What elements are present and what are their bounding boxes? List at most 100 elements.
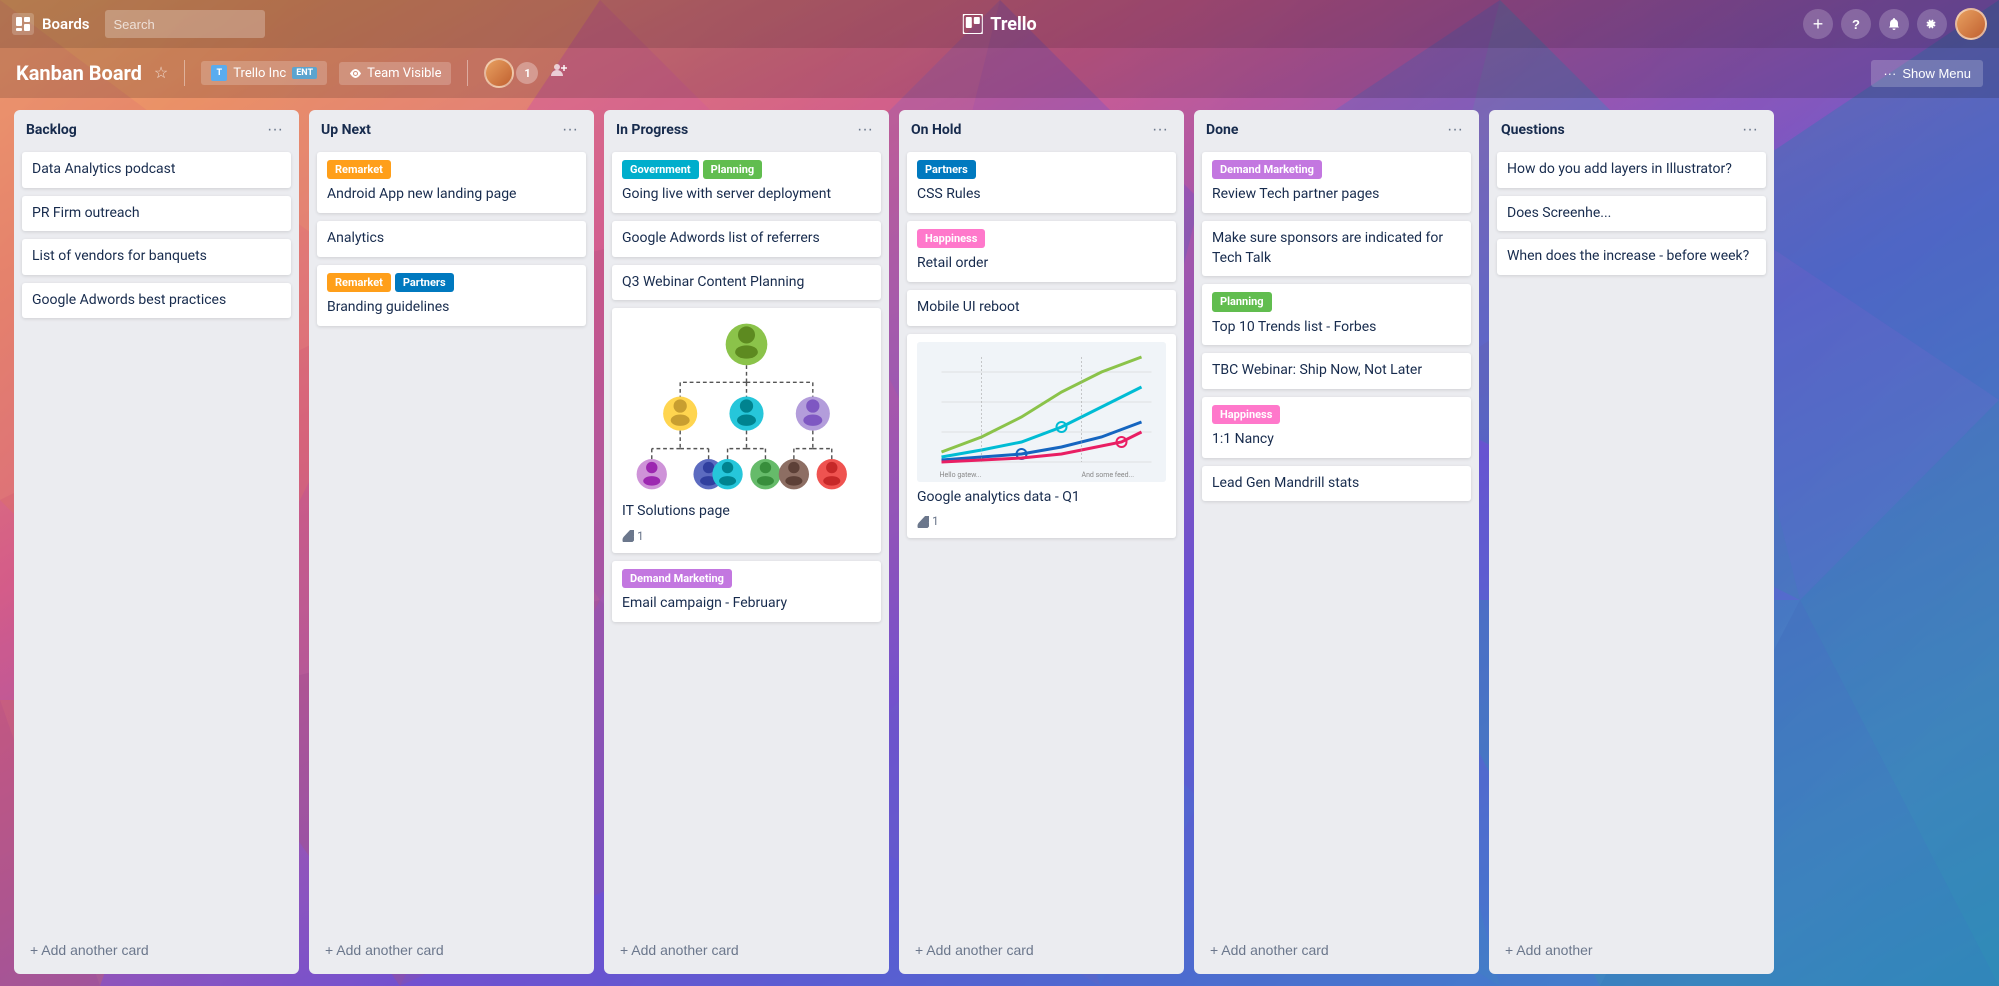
card[interactable]: Analytics [317,221,586,257]
card-text: List of vendors for banquets [32,247,281,267]
card-text: Email campaign - February [622,594,871,614]
column-menu-backlog[interactable]: ··· [263,120,287,140]
card-text: Top 10 Trends list - Forbes [1212,318,1461,338]
column-title-backlog: Backlog [26,122,77,138]
trello-logo-text: Trello [990,14,1036,35]
card[interactable]: Lead Gen Mandrill stats [1202,466,1471,502]
column-menu-in-progress[interactable]: ··· [853,120,877,140]
analytics-chart-image: Hello gatew... And some feed... [917,342,1166,482]
column-title-in-progress: In Progress [616,122,688,138]
column-on-hold: On Hold ··· Partners CSS Rules HappinessRet… [899,110,1184,974]
column-cards-done: Demand MarketingReview Tech partner page… [1194,148,1479,930]
help-button[interactable]: ? [1841,9,1871,39]
card-labels: Happiness [1212,405,1461,424]
card-text: How do you add layers in Illustrator? [1507,160,1756,180]
card[interactable]: Data Analytics podcast [22,152,291,188]
invite-button[interactable] [550,61,568,85]
card-text: Review Tech partner pages [1212,185,1461,205]
add-button[interactable]: + [1803,9,1833,39]
add-card-button-up-next[interactable]: + Add another card [313,934,590,966]
card[interactable]: Happiness1:1 Nancy [1202,397,1471,458]
card-text: PR Firm outreach [32,204,281,224]
topbar-center: Trello [962,14,1036,35]
card[interactable]: Google Adwords list of referrers [612,221,881,257]
visibility-label: Team Visible [367,66,441,81]
boards-icon [12,13,34,35]
card-text: Make sure sponsors are indicated for Tec… [1212,229,1461,268]
column-in-progress: In Progress ··· GovernmentPlanningGoing l… [604,110,889,974]
card[interactable]: Mobile UI reboot [907,290,1176,326]
card-label: Happiness [1212,405,1280,424]
card-labels: RemarketPartners [327,273,576,292]
card-labels: Remarket [327,160,576,179]
card-label: Demand Marketing [622,569,732,588]
card[interactable]: GovernmentPlanningGoing live with server… [612,152,881,213]
card[interactable]: RemarketPartners Branding guidelines [317,265,586,326]
card[interactable]: Hello gatew... And some feed... Google a… [907,334,1176,538]
card-label: Planning [1212,292,1272,311]
search-input[interactable] [105,10,265,38]
column-header-on-hold: On Hold ··· [899,110,1184,148]
card-label: Remarket [327,273,391,292]
column-cards-on-hold: Partners CSS Rules HappinessRetail order Mo… [899,148,1184,930]
card-text: CSS Rules [917,185,1166,205]
card[interactable]: Demand Marketing Email campaign - Februar… [612,561,881,622]
user-avatar[interactable] [1955,8,1987,40]
column-menu-questions[interactable]: ··· [1738,120,1762,140]
column-cards-questions: How do you add layers in Illustrator? Doe… [1489,148,1774,930]
card-text: TBC Webinar: Ship Now, Not Later [1212,361,1461,381]
card[interactable]: Does Screenhe... [1497,196,1766,232]
card[interactable]: When does the increase - before week? [1497,239,1766,275]
divider [184,60,185,86]
column-title-on-hold: On Hold [911,122,961,138]
card-labels: Partners [917,160,1166,179]
column-up-next: Up Next ···RemarketAndroid App new landi… [309,110,594,974]
card[interactable]: TBC Webinar: Ship Now, Not Later [1202,353,1471,389]
card[interactable]: How do you add layers in Illustrator? [1497,152,1766,188]
column-header-in-progress: In Progress ··· [604,110,889,148]
card-label: Partners [395,273,454,292]
column-menu-up-next[interactable]: ··· [558,120,582,140]
card-labels: Happiness [917,229,1166,248]
column-cards-up-next: Remarket Android App new landing page Anal… [309,148,594,930]
star-button[interactable]: ☆ [154,63,168,83]
column-menu-on-hold[interactable]: ··· [1148,120,1172,140]
card-text: When does the increase - before week? [1507,247,1756,267]
notifications-button[interactable] [1879,9,1909,39]
card[interactable]: Q3 Webinar Content Planning [612,265,881,301]
show-menu-ellipsis: ··· [1883,66,1896,81]
card-text: Lead Gen Mandrill stats [1212,474,1461,494]
show-menu-button[interactable]: ··· Show Menu [1871,60,1983,87]
add-card-button-in-progress[interactable]: + Add another card [608,934,885,966]
add-card-button-backlog[interactable]: + Add another card [18,934,295,966]
add-card-button-questions[interactable]: + Add another [1493,934,1770,966]
column-header-backlog: Backlog ··· [14,110,299,148]
card-text: Mobile UI reboot [917,298,1166,318]
trello-logo: Trello [962,14,1036,35]
card[interactable]: IT Solutions page 1 [612,308,881,552]
add-card-button-done[interactable]: + Add another card [1198,934,1475,966]
column-menu-done[interactable]: ··· [1443,120,1467,140]
member-avatar-1[interactable] [484,58,514,88]
column-header-questions: Questions ··· [1489,110,1774,148]
card[interactable]: Partners CSS Rules [907,152,1176,213]
org-badge[interactable]: T Trello Inc ENT [201,61,327,85]
card[interactable]: PR Firm outreach [22,196,291,232]
column-title-questions: Questions [1501,122,1565,138]
boards-label[interactable]: Boards [42,15,89,33]
add-card-button-on-hold[interactable]: + Add another card [903,934,1180,966]
card[interactable]: Remarket Android App new landing page [317,152,586,213]
org-chart-image [622,316,871,496]
settings-button[interactable] [1917,9,1947,39]
visibility-badge[interactable]: Team Visible [339,62,451,85]
card[interactable]: Google Adwords best practices [22,283,291,319]
card[interactable]: Planning Top 10 Trends list - Forbes [1202,284,1471,345]
card-text: Android App new landing page [327,185,576,205]
svg-text:And some feed...: And some feed... [1082,471,1135,479]
card[interactable]: List of vendors for banquets [22,239,291,275]
org-icon: T [211,65,227,81]
card-text: Branding guidelines [327,298,576,318]
card[interactable]: Make sure sponsors are indicated for Tec… [1202,221,1471,276]
card[interactable]: HappinessRetail order [907,221,1176,282]
card[interactable]: Demand MarketingReview Tech partner page… [1202,152,1471,213]
